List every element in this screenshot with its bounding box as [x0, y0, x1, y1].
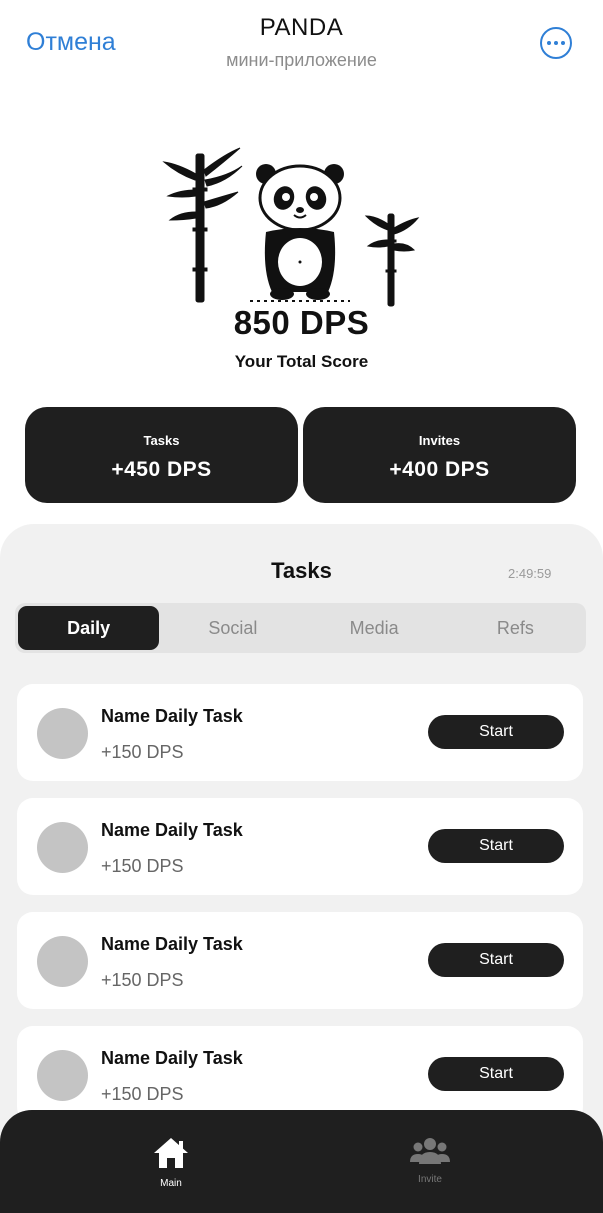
bamboo-left-icon — [162, 147, 243, 303]
home-icon — [154, 1138, 188, 1168]
task-item: Name Daily Task +150 DPS Start — [17, 1026, 583, 1123]
task-item: Name Daily Task +150 DPS Start — [17, 912, 583, 1009]
task-avatar — [37, 822, 88, 873]
app-header: Отмена PANDA мини-приложение — [0, 0, 603, 90]
task-category-tabs: Daily Social Media Refs — [15, 603, 586, 653]
task-avatar — [37, 936, 88, 987]
tasks-timer: 2:49:59 — [508, 566, 552, 581]
task-reward: +150 DPS — [101, 856, 184, 876]
task-name: Name Daily Task — [101, 820, 243, 840]
task-reward: +150 DPS — [101, 1084, 184, 1104]
task-avatar — [37, 1050, 88, 1101]
task-reward: +150 DPS — [101, 742, 184, 762]
total-score-label: Your Total Score — [234, 352, 369, 371]
nav-item-main[interactable]: Main — [131, 1136, 211, 1189]
app-subtitle: мини-приложение — [226, 50, 377, 70]
task-start-button[interactable]: Start — [428, 943, 564, 977]
total-score: 850 DPS — [233, 304, 370, 341]
task-name: Name Daily Task — [101, 706, 243, 726]
task-start-button[interactable]: Start — [428, 829, 564, 863]
task-reward: +150 DPS — [101, 970, 184, 990]
tasks-stat-card: Tasks +450 DPS — [25, 407, 298, 503]
task-item: Name Daily Task +150 DPS Start — [17, 684, 583, 781]
task-name: Name Daily Task — [101, 1048, 243, 1068]
bottom-navigation: Main Invite — [0, 1110, 603, 1213]
tab-media[interactable]: Media — [304, 603, 445, 653]
users-icon — [410, 1138, 450, 1164]
invites-stat-label: Invites — [418, 433, 461, 448]
tab-refs[interactable]: Refs — [445, 603, 586, 653]
task-item: Name Daily Task +150 DPS Start — [17, 798, 583, 895]
tasks-stat-label: Tasks — [143, 433, 180, 448]
more-options-button[interactable] — [540, 27, 572, 59]
nav-item-invite[interactable]: Invite — [390, 1136, 470, 1185]
task-start-button[interactable]: Start — [428, 1057, 564, 1091]
invites-stat-card: Invites +400 DPS — [303, 407, 576, 503]
invites-stat-value: +400 DPS — [389, 458, 490, 481]
tasks-stat-value: +450 DPS — [111, 458, 212, 481]
tab-daily[interactable]: Daily — [18, 606, 160, 650]
nav-label-invite: Invite — [418, 1174, 442, 1185]
panda-icon — [250, 164, 350, 302]
task-name: Name Daily Task — [101, 934, 243, 954]
task-start-button[interactable]: Start — [428, 715, 564, 749]
task-avatar — [37, 708, 88, 759]
app-title: PANDA — [259, 14, 344, 41]
tab-social[interactable]: Social — [162, 603, 303, 653]
nav-label-main: Main — [160, 1178, 182, 1189]
more-horizontal-icon — [547, 41, 551, 45]
panda-illustration — [162, 147, 420, 307]
bamboo-right-icon — [364, 213, 420, 307]
